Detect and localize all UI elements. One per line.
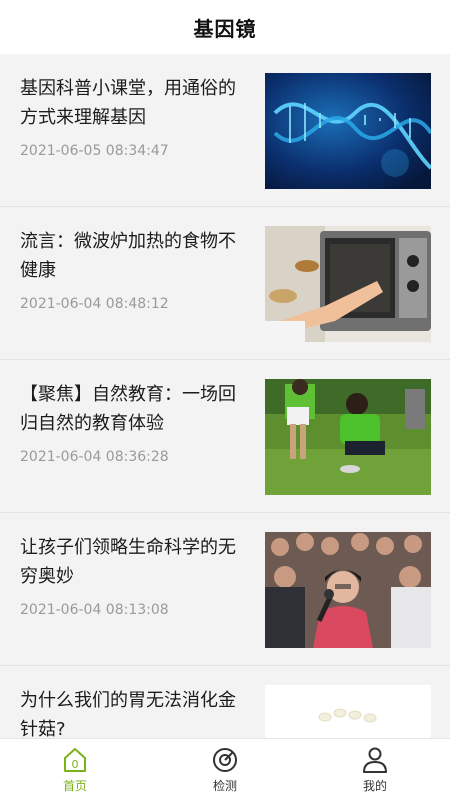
article-thumbnail-mushroom [265,685,431,738]
app-screen: 基因镜 基因科普小课堂，用通俗的方式来理解基因 2021-06-05 08:34… [0,0,450,800]
bottom-tab-bar: 0 首页 检测 我的 [0,738,450,800]
tab-profile[interactable]: 我的 [300,739,450,800]
article-thumbnail-audience [265,532,431,648]
svg-text:0: 0 [72,758,79,771]
page-title: 基因镜 [193,16,257,41]
article-title: 为什么我们的胃无法消化金针菇? [20,690,236,738]
article-title: 基因科普小课堂，用通俗的方式来理解基因 [20,78,236,128]
scan-icon [210,745,240,775]
article-feed[interactable]: 基因科普小课堂，用通俗的方式来理解基因 2021-06-05 08:34:47 [0,54,450,738]
article-time: 2021-06-04 08:36:28 [20,449,169,465]
tab-profile-label: 我的 [362,779,387,793]
article-card[interactable]: 【聚焦】自然教育：一场回归自然的教育体验 2021-06-04 08:36:28 [0,360,450,513]
article-thumbnail-dna [265,73,431,189]
article-thumbnail-microwave [265,226,431,342]
tab-home[interactable]: 0 首页 [0,739,150,800]
tab-scan-label: 检测 [212,779,237,793]
article-time: 2021-06-04 08:13:08 [20,602,169,618]
article-title: 让孩子们领略生命科学的无穷奥妙 [20,537,236,587]
article-time: 2021-06-04 08:48:12 [20,296,169,312]
article-title: 流言：微波炉加热的食物不健康 [20,231,236,281]
user-icon [360,745,390,775]
home-icon: 0 [60,745,90,775]
article-card[interactable]: 流言：微波炉加热的食物不健康 2021-06-04 08:48:12 [0,207,450,360]
article-time: 2021-06-05 08:34:47 [20,143,169,159]
article-title: 【聚焦】自然教育：一场回归自然的教育体验 [20,384,236,434]
article-card[interactable]: 让孩子们领略生命科学的无穷奥妙 2021-06-04 08:13:08 [0,513,450,666]
article-thumbnail-nature [265,379,431,495]
top-bar: 基因镜 [0,0,450,54]
tab-scan[interactable]: 检测 [150,739,300,800]
article-card[interactable]: 为什么我们的胃无法消化金针菇? [0,666,450,738]
article-card[interactable]: 基因科普小课堂，用通俗的方式来理解基因 2021-06-05 08:34:47 [0,54,450,207]
tab-home-label: 首页 [62,779,87,793]
